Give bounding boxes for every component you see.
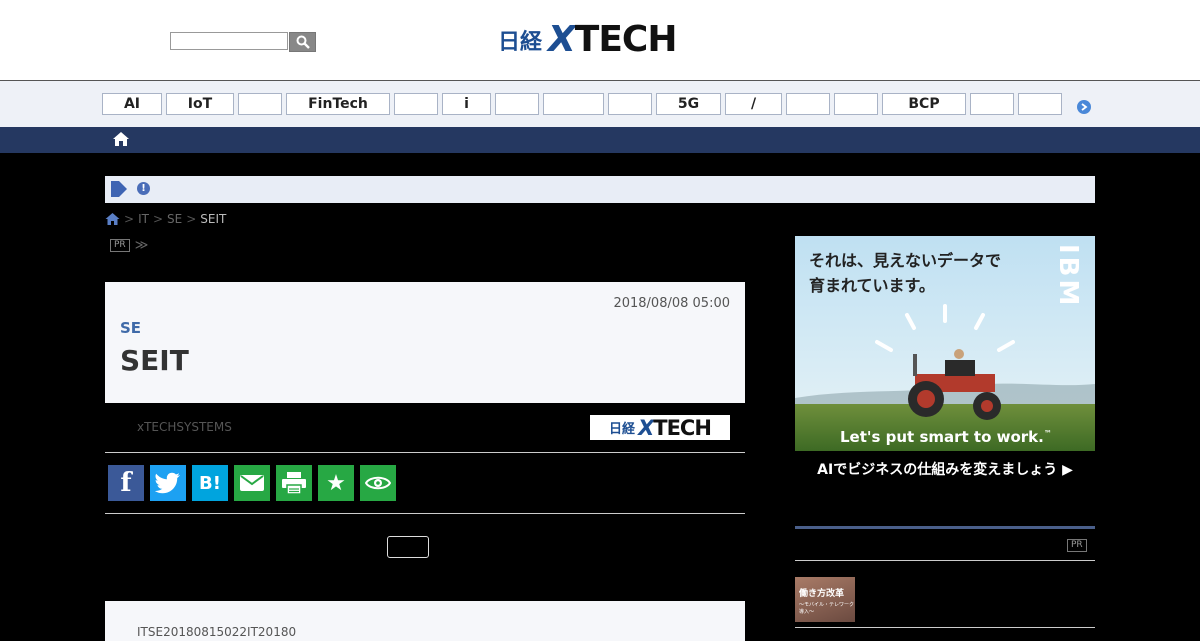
breadcrumb-current: SEIT — [200, 212, 227, 226]
tag-item-7[interactable] — [495, 93, 539, 115]
breadcrumb-separator: > — [124, 212, 135, 226]
tag-navigation: AI IoT FinTech i 5G / BCP — [0, 81, 1200, 127]
article-body-text: ITSE20180815022IT20180 — [137, 625, 297, 639]
tag-item-3[interactable] — [238, 93, 282, 115]
tag-item-15[interactable] — [970, 93, 1014, 115]
ad-tagline: Let's put smart to work.™ — [840, 428, 1052, 446]
twitter-share-button[interactable] — [150, 465, 186, 501]
divider — [795, 560, 1095, 561]
bookmark-star-button[interactable]: ★ — [318, 465, 354, 501]
tag-fintech[interactable]: FinTech — [286, 93, 390, 115]
pr-link[interactable]: PR ≫ — [110, 238, 148, 253]
tag-item-13[interactable] — [834, 93, 878, 115]
article-title: SEIT — [120, 344, 189, 377]
site-logo[interactable]: 日経 XTECH — [498, 19, 677, 60]
breadcrumb-se[interactable]: SE — [167, 212, 182, 226]
pr-badge: PR — [1067, 539, 1087, 552]
byline-logo: 日経 XTECH — [590, 415, 730, 440]
mail-icon — [240, 475, 264, 491]
pr-thumb-subtitle: ～モバイル・テレワーク導入～ — [799, 602, 855, 615]
eye-icon — [365, 476, 391, 490]
article-body: ITSE20180815022IT20180 — [105, 601, 745, 641]
print-icon — [282, 472, 306, 494]
tag-item-5[interactable] — [394, 93, 438, 115]
notice-bar — [105, 176, 1095, 203]
divider — [105, 452, 745, 453]
logo-nikkei: 日経 — [609, 422, 636, 437]
ad-cta: AIでビジネスの仕組みを変えましょう ▶ — [795, 451, 1095, 486]
logo-xtech: XTECH — [638, 415, 712, 440]
tag-bcp[interactable]: BCP — [882, 93, 966, 115]
pr-badge: PR — [110, 239, 130, 252]
alert-icon: ! — [137, 182, 150, 195]
tag-slash[interactable]: / — [725, 93, 782, 115]
ad-headline: それは、見えないデータで 育まれています。 — [809, 251, 1002, 295]
search-input[interactable] — [170, 32, 288, 50]
tag-item-16[interactable] — [1018, 93, 1062, 115]
article-kicker: SE — [120, 319, 142, 337]
ibm-advertisement[interactable]: それは、見えないデータで 育まれています。 IBM Let's put smar… — [795, 236, 1095, 486]
tag-ai[interactable]: AI — [102, 93, 162, 115]
logo-xtech: XTECH — [548, 19, 677, 60]
logo-nikkei: 日経 — [498, 30, 543, 55]
pr-thumb-title: 働き方改革 — [799, 589, 845, 599]
article-byline: xTECHSYSTEMS — [137, 420, 232, 434]
breadcrumb-separator: > — [186, 212, 197, 226]
home-icon[interactable] — [105, 212, 120, 226]
article-date: 2018/08/08 05:00 — [613, 296, 730, 311]
divider — [795, 627, 1095, 628]
breadcrumb: > IT > SE > SEIT — [105, 211, 226, 227]
tag-item-9[interactable] — [608, 93, 652, 115]
breadcrumb-it[interactable]: IT — [138, 212, 149, 226]
watch-button[interactable] — [360, 465, 396, 501]
hatena-bookmark-button[interactable]: B! — [192, 465, 228, 501]
pr-article-thumbnail[interactable]: 働き方改革 ～モバイル・テレワーク導入～ — [795, 577, 855, 622]
tag-item-8[interactable] — [543, 93, 604, 115]
facebook-share-button[interactable]: f — [108, 465, 144, 501]
home-icon[interactable] — [112, 130, 130, 148]
follow-button[interactable] — [387, 536, 429, 558]
pr-section-header — [795, 526, 1095, 529]
search-button[interactable] — [289, 32, 316, 52]
play-icon[interactable] — [110, 180, 128, 198]
chevron-right-icon[interactable] — [1077, 100, 1091, 114]
ibm-logo: IBM — [1053, 244, 1083, 309]
sub-navigation-bar — [0, 127, 1200, 153]
tag-item-12[interactable] — [786, 93, 830, 115]
article-header: 2018/08/08 05:00 SE SEIT — [105, 282, 745, 403]
tag-5g[interactable]: 5G — [656, 93, 721, 115]
twitter-icon — [155, 472, 180, 494]
mail-share-button[interactable] — [234, 465, 270, 501]
breadcrumb-separator: > — [152, 212, 163, 226]
divider — [105, 513, 745, 514]
search-icon — [296, 35, 310, 49]
tag-iot[interactable]: IoT — [166, 93, 234, 115]
tag-i[interactable]: i — [442, 93, 491, 115]
more-arrow-icon: ≫ — [134, 238, 149, 253]
print-button[interactable] — [276, 465, 312, 501]
